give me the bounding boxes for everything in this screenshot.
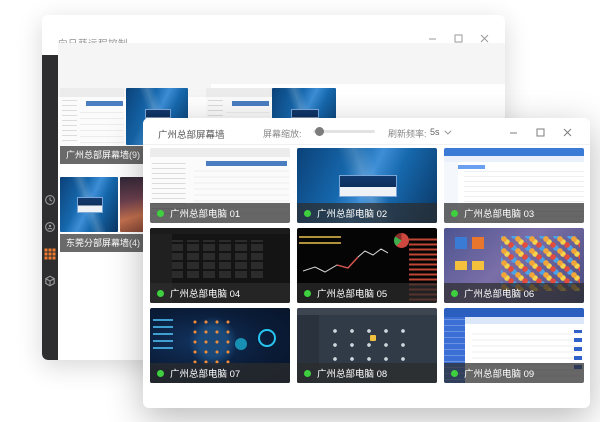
tile-label-bar: 广州总部电脑 06	[444, 283, 584, 303]
zoom-slider-knob[interactable]	[315, 127, 324, 136]
history-icon[interactable]	[44, 194, 56, 206]
computer-name: 广州总部电脑 05	[317, 286, 387, 300]
zoom-label: 屏幕缩放:	[263, 127, 302, 140]
computer-name: 广州总部电脑 02	[317, 206, 387, 220]
tile-label-bar: 广州总部电脑 02	[297, 203, 437, 223]
computer-name: 广州总部电脑 06	[464, 286, 534, 300]
tile-label-bar: 广州总部电脑 05	[297, 283, 437, 303]
online-status-dot	[451, 210, 458, 217]
remote-assist-icon[interactable]	[44, 221, 56, 233]
online-status-dot	[157, 370, 164, 377]
chevron-down-icon	[444, 127, 451, 134]
device-cube-icon[interactable]	[44, 275, 56, 287]
tile-label-bar: 广州总部电脑 04	[150, 283, 290, 303]
online-status-dot	[304, 370, 311, 377]
screen-tile-01[interactable]: 广州总部电脑 01	[150, 148, 290, 223]
minimize-button[interactable]	[508, 127, 518, 137]
refresh-dropdown[interactable]: 5s	[430, 127, 449, 137]
screen-tile-07[interactable]: 广州总部电脑 07	[150, 308, 290, 383]
page: 向日葵远程控制	[0, 0, 600, 422]
online-status-dot	[451, 290, 458, 297]
computer-name: 广州总部电脑 09	[464, 366, 534, 380]
close-button[interactable]	[562, 127, 572, 137]
refresh-value: 5s	[430, 127, 440, 137]
online-status-dot	[157, 210, 164, 217]
screen-thumbnail[interactable]	[60, 88, 124, 145]
online-status-dot	[304, 290, 311, 297]
screen-tile-03[interactable]: 广州总部电脑 03	[444, 148, 584, 223]
window-controls	[508, 127, 572, 137]
screen-tile-06[interactable]: 广州总部电脑 06	[444, 228, 584, 303]
titlebar: 广州总部屏幕墙 屏幕缩放: 刷新频率: 5s	[143, 118, 590, 145]
screen-thumbnail[interactable]	[60, 177, 118, 232]
dashboard-stats-decor	[153, 314, 173, 349]
maximize-button[interactable]	[453, 33, 463, 43]
screen-tile-09[interactable]: 广州总部电脑 09	[444, 308, 584, 383]
online-status-dot	[451, 370, 458, 377]
close-button[interactable]	[479, 33, 489, 43]
screen-wall-window: 广州总部屏幕墙 屏幕缩放: 刷新频率: 5s	[143, 118, 590, 408]
screen-tile-05[interactable]: 广州总部电脑 05	[297, 228, 437, 303]
screen-grid: 广州总部电脑 01 广州总部电脑 02 广州总部电脑 03	[150, 148, 584, 383]
screen-tile-02[interactable]: 广州总部电脑 02	[297, 148, 437, 223]
tile-label-bar: 广州总部电脑 09	[444, 363, 584, 383]
screen-tile-08[interactable]: 广州总部电脑 08	[297, 308, 437, 383]
sidebar	[42, 55, 58, 360]
online-status-dot	[304, 210, 311, 217]
computer-name: 广州总部电脑 04	[170, 286, 240, 300]
tile-label-bar: 广州总部电脑 07	[150, 363, 290, 383]
tile-label-bar: 广州总部电脑 03	[444, 203, 584, 223]
minimize-button[interactable]	[427, 33, 437, 43]
computer-name: 广州总部电脑 01	[170, 206, 240, 220]
refresh-label: 刷新频率:	[388, 127, 427, 140]
zoom-slider[interactable]	[313, 130, 375, 133]
screen-wall-icon[interactable]	[44, 248, 56, 260]
tile-label-bar: 广州总部电脑 01	[150, 203, 290, 223]
computer-name: 广州总部电脑 03	[464, 206, 534, 220]
maximize-button[interactable]	[535, 127, 545, 137]
window-title: 广州总部屏幕墙	[158, 127, 225, 141]
tile-label-bar: 广州总部电脑 08	[297, 363, 437, 383]
online-status-dot	[157, 290, 164, 297]
computer-name: 广州总部电脑 08	[317, 366, 387, 380]
computer-name: 广州总部电脑 07	[170, 366, 240, 380]
window-controls	[427, 33, 489, 43]
screen-tile-04[interactable]: 广州总部电脑 04	[150, 228, 290, 303]
